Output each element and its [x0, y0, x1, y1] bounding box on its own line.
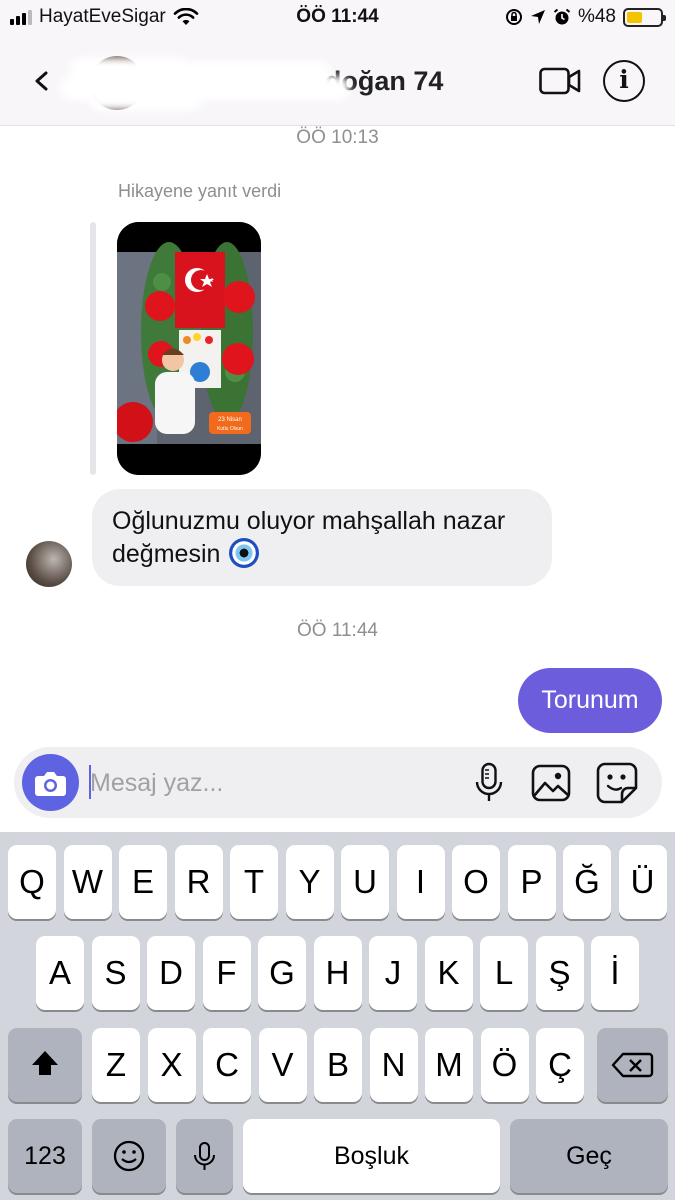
carrier-name: HayatEveSigar — [39, 6, 166, 27]
key-o[interactable]: O — [452, 845, 500, 919]
key-a[interactable]: A — [36, 936, 84, 1010]
key-l[interactable]: L — [480, 936, 528, 1010]
message-input[interactable] — [90, 761, 460, 805]
key-ç[interactable]: Ç — [536, 1028, 584, 1102]
key-i[interactable]: I — [396, 845, 445, 919]
key-ğ[interactable]: Ğ — [563, 845, 611, 919]
outgoing-message-bubble[interactable]: Torunum — [518, 668, 662, 733]
status-left: HayatEveSigar — [10, 6, 199, 28]
shift-key[interactable] — [8, 1028, 82, 1102]
key-t[interactable]: T — [230, 845, 278, 919]
key-ü[interactable]: Ü — [618, 845, 667, 919]
key-c[interactable]: C — [203, 1028, 251, 1102]
emoji-key[interactable] — [92, 1119, 166, 1193]
video-camera-icon[interactable] — [538, 62, 582, 100]
key-m[interactable]: M — [425, 1028, 473, 1102]
microphone-icon[interactable] — [473, 762, 505, 804]
redaction-scribble — [60, 54, 360, 112]
cellular-signal-icon — [10, 9, 32, 25]
message-composer — [14, 747, 662, 818]
key-b[interactable]: B — [314, 1028, 362, 1102]
orientation-lock-icon — [505, 9, 522, 25]
key-n[interactable]: N — [369, 1028, 418, 1102]
status-bar: HayatEveSigar ÖÖ 11:44 %48 — [0, 0, 675, 36]
timestamp: ÖÖ 10:13 — [296, 127, 379, 148]
dictation-key[interactable] — [176, 1119, 233, 1193]
key-z[interactable]: Z — [92, 1028, 140, 1102]
key-y[interactable]: Y — [285, 845, 334, 919]
sticker-icon[interactable] — [596, 762, 638, 804]
key-w[interactable]: W — [63, 845, 112, 919]
key-u[interactable]: U — [341, 845, 389, 919]
incoming-message-bubble[interactable]: Oğlunuzmu oluyor mahşallah nazar değmesi… — [92, 489, 552, 586]
story-thumbnail[interactable]: 23 Nisan Kutlu Olsun — [117, 222, 261, 475]
key-s[interactable]: S — [91, 936, 140, 1010]
story-reply-note: Hikayene yanıt verdi — [118, 181, 282, 201]
incoming-message-text: Oğlunuzmu oluyor mahşallah nazar değmesi… — [112, 507, 506, 568]
space-key[interactable]: Boşluk — [243, 1119, 500, 1193]
key-v[interactable]: V — [258, 1028, 307, 1102]
story-image: 23 Nisan Kutlu Olsun — [117, 222, 261, 475]
keyboard: QWERTYUIOPĞÜ ASDFGHJKLŞİ ZXCVBNMÖÇ 123 B… — [0, 832, 675, 1200]
key-g[interactable]: G — [258, 936, 306, 1010]
backspace-key[interactable] — [597, 1028, 668, 1102]
numbers-key[interactable]: 123 — [8, 1119, 82, 1193]
key-e[interactable]: E — [119, 845, 167, 919]
key-p[interactable]: P — [507, 845, 556, 919]
battery-icon — [623, 7, 666, 27]
key-k[interactable]: K — [424, 936, 473, 1010]
story-badge-line1: 23 Nisan — [218, 417, 242, 423]
shift-arrow-icon — [32, 1051, 58, 1075]
nazar-boncugu-emoji-icon — [229, 538, 260, 568]
key-x[interactable]: X — [147, 1028, 196, 1102]
key-ş[interactable]: Ş — [535, 936, 584, 1010]
backspace-icon — [611, 1052, 654, 1078]
gallery-icon[interactable] — [531, 763, 571, 803]
camera-button[interactable] — [22, 754, 79, 811]
wifi-icon — [173, 7, 199, 25]
timestamp: ÖÖ 11:44 — [297, 620, 378, 641]
chat-header: · · · · · · · · · · doğan 74 i — [0, 36, 675, 126]
key-h[interactable]: H — [313, 936, 362, 1010]
key-j[interactable]: J — [369, 936, 417, 1010]
status-right: %48 — [505, 6, 666, 28]
camera-icon — [35, 772, 66, 796]
key-i̇[interactable]: İ — [591, 936, 639, 1010]
key-d[interactable]: D — [147, 936, 195, 1010]
location-arrow-icon — [530, 10, 545, 24]
sender-avatar[interactable] — [26, 541, 72, 587]
emoji-icon — [113, 1140, 145, 1172]
microphone-icon — [194, 1142, 215, 1170]
story-badge-line2: Kutlu Olsun — [217, 426, 243, 432]
key-r[interactable]: R — [174, 845, 223, 919]
chevron-left-icon[interactable] — [28, 64, 58, 98]
key-ö[interactable]: Ö — [480, 1028, 529, 1102]
key-f[interactable]: F — [202, 936, 251, 1010]
info-icon[interactable]: i — [603, 60, 645, 102]
return-key[interactable]: Geç — [510, 1119, 668, 1193]
battery-percent: %48 — [577, 6, 616, 27]
reply-indicator-bar — [90, 222, 96, 475]
alarm-icon — [553, 8, 571, 25]
key-q[interactable]: Q — [8, 845, 56, 919]
